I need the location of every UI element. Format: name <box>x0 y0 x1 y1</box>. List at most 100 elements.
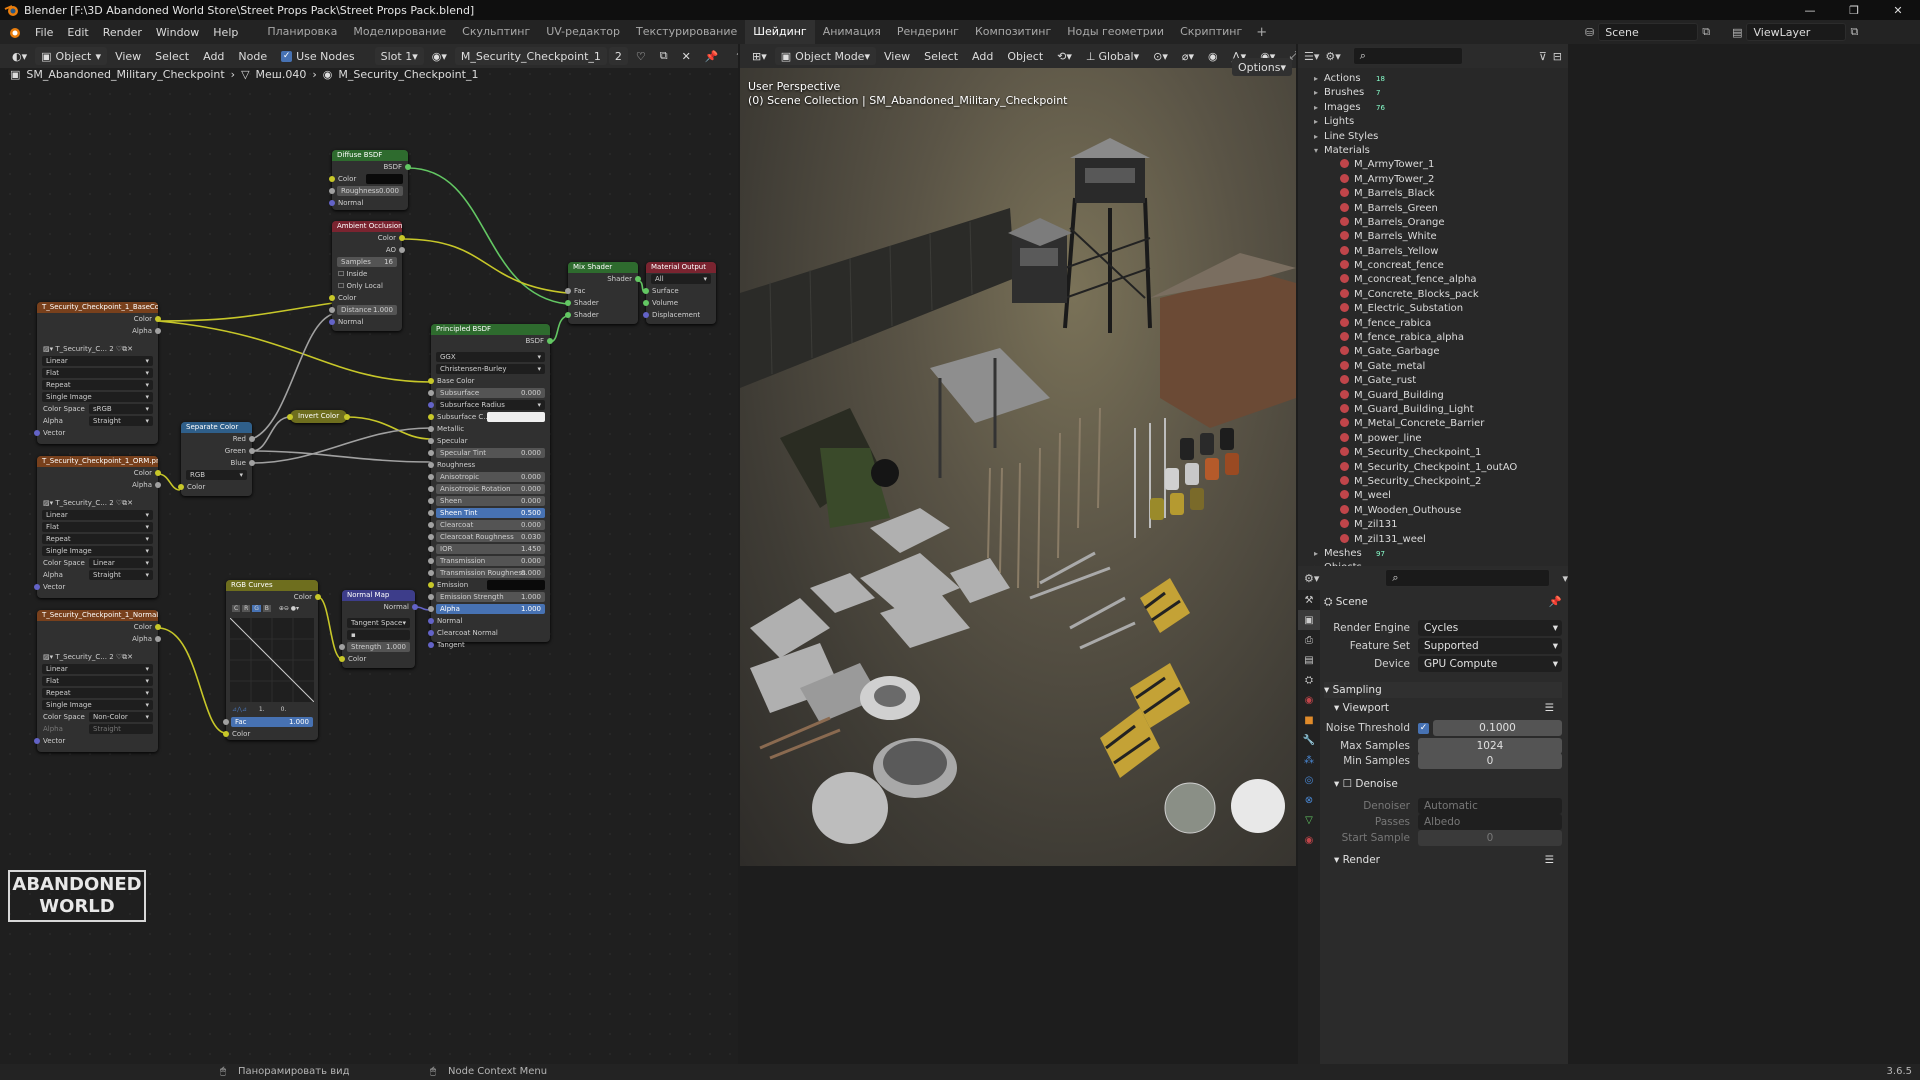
socket-alpha-out[interactable]: Alpha <box>37 479 161 491</box>
zoom-icon[interactable]: ⊕⊖ ●▾ <box>279 605 299 612</box>
display-mode-icon[interactable]: ⚙▾ <box>1325 50 1340 63</box>
socket-color-in[interactable]: Color <box>339 653 415 665</box>
outliner-material-item[interactable]: M_ArmyTower_1 <box>1310 158 1568 172</box>
socket-red-out[interactable]: Red <box>181 433 255 445</box>
tab-uv-editing[interactable]: UV-редактор <box>538 20 628 44</box>
image-texture-basecolor-node[interactable]: T_Security_Checkpoint_1_BaseColor.png Co… <box>34 302 161 444</box>
only-local-checkbox[interactable]: ☐ Only Local <box>332 280 402 292</box>
render-engine-dropdown[interactable]: Cycles ▾ <box>1418 620 1562 636</box>
socket-color-out[interactable]: Color <box>37 621 161 633</box>
feature-set-dropdown[interactable]: Supported ▾ <box>1418 638 1562 654</box>
menu-edit[interactable]: Edit <box>60 26 95 39</box>
principled-input-row[interactable]: Base Color <box>428 375 550 387</box>
extension-dropdown[interactable]: Repeat ▾ <box>37 533 158 545</box>
tab-modeling[interactable]: Моделирование <box>345 20 454 44</box>
socket-shader-1[interactable]: Shader <box>565 297 638 309</box>
object-tab-icon[interactable]: ■ <box>1298 710 1320 730</box>
socket-color[interactable]: Color <box>329 173 408 185</box>
principled-input-row[interactable]: Emission Strength 1.000 <box>428 591 550 603</box>
modifier-tab-icon[interactable]: 🔧 <box>1298 730 1320 750</box>
socket-color-in[interactable]: Color <box>178 481 252 493</box>
diffuse-bsdf-node[interactable]: Diffuse BSDF BSDF Color Roughness 0.000 N… <box>329 150 411 210</box>
socket-fac[interactable]: Fac <box>565 285 638 297</box>
alpha-mode-dropdown[interactable]: Alpha Straight ▾ <box>37 415 158 427</box>
outliner-category[interactable]: ▸ Actions 18 <box>1310 72 1568 86</box>
constraints-tab-icon[interactable]: ⊗ <box>1298 790 1320 810</box>
projection-dropdown[interactable]: Flat ▾ <box>37 367 158 379</box>
outliner-material-item[interactable]: M_Electric_Substation <box>1310 302 1568 316</box>
distribution-dropdown[interactable]: GGX ▾ <box>431 351 550 363</box>
socket-normal-out[interactable]: Normal <box>342 601 418 613</box>
channel-r[interactable]: R <box>242 605 251 612</box>
principled-input-row[interactable]: Sheen Tint 0.500 <box>428 507 550 519</box>
orientation-dropdown[interactable]: ⊥ Global ▾ <box>1080 47 1145 65</box>
editor-type-icon[interactable]: ⚙▾ <box>1304 572 1319 585</box>
principled-input-row[interactable]: Transmission Roughness 0.000 <box>428 567 550 579</box>
principled-input-row[interactable]: IOR 1.450 <box>428 543 550 555</box>
new-collection-icon[interactable]: ⊟ <box>1553 50 1562 63</box>
principled-input-row[interactable]: Anisotropic Rotation 0.000 <box>428 483 550 495</box>
socket-alpha-out[interactable]: Alpha <box>37 633 161 645</box>
properties-search-input[interactable]: ⌕ <box>1385 569 1551 587</box>
filter-icon[interactable]: ⊽ <box>1539 50 1547 63</box>
principled-input-row[interactable]: Alpha 1.000 <box>428 603 550 615</box>
outliner-material-item[interactable]: M_ArmyTower_2 <box>1310 173 1568 187</box>
menu-object[interactable]: Object <box>1001 47 1049 65</box>
image-texture-orm-node[interactable]: T_Security_Checkpoint_1_ORM.png Color Al… <box>34 456 161 598</box>
socket-vector[interactable]: Vector <box>34 581 158 593</box>
outliner-material-item[interactable]: M_concreat_fence_alpha <box>1310 273 1568 287</box>
outliner-material-item[interactable]: M_Barrels_Green <box>1310 202 1568 216</box>
projection-dropdown[interactable]: Flat ▾ <box>37 675 158 687</box>
chevron-down-icon[interactable]: ▾ <box>1562 572 1568 585</box>
image-texture-normal-node[interactable]: T_Security_Checkpoint_1_Normal.png Color… <box>34 610 161 752</box>
device-dropdown[interactable]: GPU Compute ▾ <box>1418 656 1562 672</box>
color-space-dropdown[interactable]: Color Space sRGB ▾ <box>37 403 158 415</box>
interpolation-dropdown[interactable]: Linear ▾ <box>37 509 158 521</box>
principled-input-row[interactable]: Metallic <box>428 423 550 435</box>
socket-displacement[interactable]: Displacement <box>643 309 716 321</box>
outliner-category[interactable]: ▸ Lights <box>1310 115 1568 129</box>
outliner-material-item[interactable]: M_Concrete_Blocks_pack <box>1310 288 1568 302</box>
particles-tab-icon[interactable]: ⁂ <box>1298 750 1320 770</box>
socket-bsdf-out[interactable]: BSDF <box>332 161 411 173</box>
options-dropdown[interactable]: Options ▾ <box>1232 58 1292 76</box>
color-space-dropdown[interactable]: Color Space Non-Color ▾ <box>37 711 158 723</box>
outliner-panel[interactable]: ☰▾ ⚙▾ ⌕ ⊽ ⊟ ▸ Actions 18 ▸ Brushes 7 ▸ Images 76… <box>1298 44 1568 566</box>
socket-ao-out[interactable]: AO <box>332 244 405 256</box>
outliner-category[interactable]: ▸ Line Styles <box>1310 130 1568 144</box>
expand-arrow-icon[interactable]: ▸ <box>1314 72 1324 86</box>
snap-icon[interactable]: ⌀▾ <box>1176 47 1200 65</box>
noise-threshold-row[interactable]: Noise Threshold ✓ 0.1000 <box>1320 720 1562 736</box>
socket-vector[interactable]: Vector <box>34 427 158 439</box>
socket-normal[interactable]: Normal <box>329 197 408 209</box>
source-dropdown[interactable]: Single Image ▾ <box>37 391 158 403</box>
max-samples-field[interactable]: 1024 <box>1418 738 1562 754</box>
tab-geometry-nodes[interactable]: Ноды геометрии <box>1059 20 1172 44</box>
strength-field[interactable]: Strength 1.000 <box>339 641 415 653</box>
physics-tab-icon[interactable]: ◎ <box>1298 770 1320 790</box>
source-dropdown[interactable]: Single Image ▾ <box>37 699 158 711</box>
socket-bsdf-out[interactable]: BSDF <box>431 335 553 347</box>
alpha-mode-dropdown[interactable]: Alpha Straight <box>37 723 158 735</box>
subsurface-method-dropdown[interactable]: Christensen-Burley ▾ <box>431 363 550 375</box>
roughness-field[interactable]: Roughness 0.000 <box>329 185 408 197</box>
outliner-material-item[interactable]: M_Metal_Concrete_Barrier <box>1310 417 1568 431</box>
outliner-material-item[interactable]: M_Security_Checkpoint_1 <box>1310 446 1568 460</box>
principled-input-row[interactable]: Clearcoat 0.000 <box>428 519 550 531</box>
expand-arrow-icon[interactable]: ▸ <box>1314 115 1324 129</box>
principled-input-row[interactable]: Specular <box>428 435 550 447</box>
viewport-subsection[interactable]: ▾ Viewport ☰ <box>1334 700 1562 716</box>
expand-arrow-open-icon[interactable]: ▾ <box>1314 144 1324 158</box>
separate-color-node[interactable]: Separate Color Red Green Blue RGB ▾ Color <box>178 422 255 496</box>
scene-selector[interactable]: Scene <box>1598 23 1699 41</box>
menu-add[interactable]: Add <box>966 47 999 65</box>
socket-alpha-out[interactable]: Alpha <box>37 325 161 337</box>
outliner-material-item[interactable]: M_Barrels_Orange <box>1310 216 1568 230</box>
image-selector[interactable]: ▨▾ T_Security_C... 2 ♡⧉✕ <box>37 651 158 663</box>
object-mode-dropdown[interactable]: ▣ Object Mode ▾ <box>774 47 876 65</box>
material-tab-icon[interactable]: ◉ <box>1298 830 1320 850</box>
socket-shader-out[interactable]: Shader <box>568 273 641 285</box>
feature-set-row[interactable]: Feature Set Supported ▾ <box>1320 638 1562 654</box>
maximize-button[interactable]: ❐ <box>1832 0 1876 20</box>
outliner-category[interactable]: ▸ Brushes 7 <box>1310 86 1568 100</box>
